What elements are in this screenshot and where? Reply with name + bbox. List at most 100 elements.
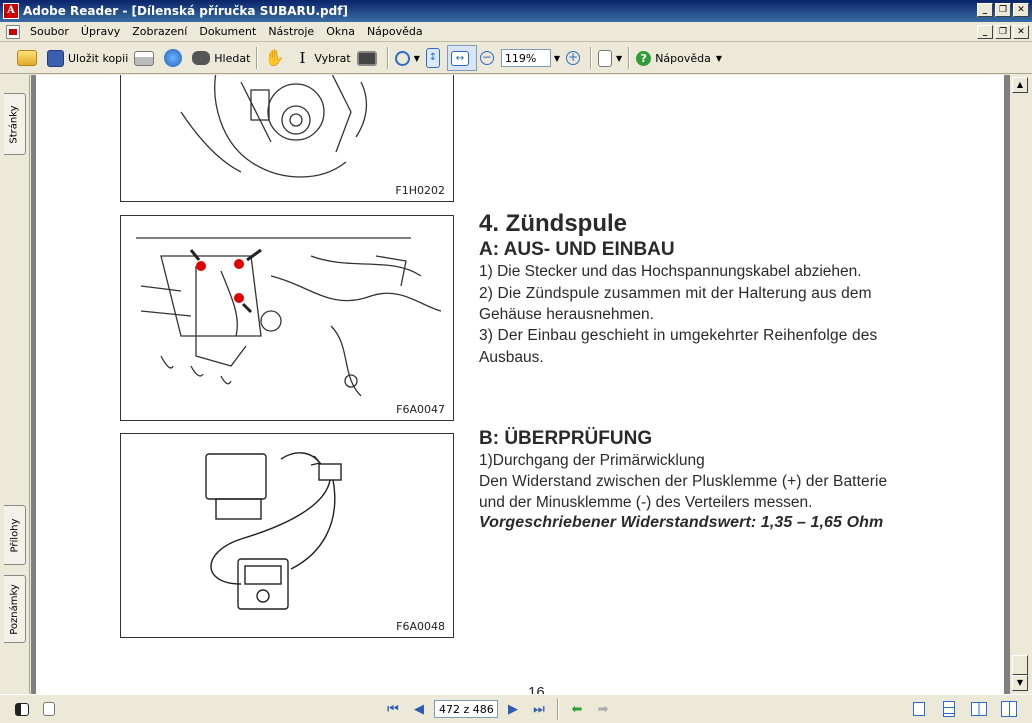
menu-file[interactable]: Soubor — [24, 25, 75, 38]
print-button[interactable] — [131, 45, 161, 71]
menu-help[interactable]: Nápověda — [361, 25, 429, 38]
next-page-button[interactable]: ▶ — [502, 698, 524, 720]
doc-restore-button[interactable]: ❐ — [995, 25, 1011, 39]
zoom-tool-button[interactable]: ▼ — [392, 45, 423, 71]
continuous-facing-button[interactable] — [998, 698, 1020, 720]
tab-pages[interactable]: Stránky — [4, 93, 26, 155]
figure-label: F1H0202 — [395, 184, 445, 197]
subsection-a-heading: A: AUS- UND EINBAU — [479, 239, 675, 260]
panel-toggle-button[interactable] — [12, 696, 36, 722]
first-page-button[interactable]: ⏮ — [382, 698, 404, 720]
step-text: 1) Die Stecker und das Hochspannungskabe… — [479, 263, 862, 280]
section-title: 4. Zündspule — [479, 210, 628, 237]
doc-close-button[interactable]: ✕ — [1013, 25, 1029, 39]
hand-icon: ✋ — [264, 48, 285, 67]
menu-edit[interactable]: Úpravy — [75, 25, 126, 38]
rotate-page-icon — [598, 49, 613, 67]
first-page-icon: ⏮ — [387, 701, 399, 717]
page-number-input[interactable] — [434, 700, 498, 718]
toolbar-separator — [256, 47, 259, 69]
doc-minimize-button[interactable]: _ — [977, 25, 993, 39]
select-label: Vybrat — [314, 51, 351, 65]
save-copy-button[interactable]: Uložit kopii — [44, 45, 131, 71]
search-label: Hledat — [214, 51, 251, 65]
toolbar-separator — [590, 47, 593, 69]
snapshot-button[interactable] — [354, 45, 384, 71]
zoom-out-icon: − — [479, 50, 494, 65]
step-text: Gehäuse herausnehmen. — [479, 306, 654, 323]
single-page-icon — [913, 702, 925, 716]
open-button[interactable] — [14, 45, 44, 71]
toolbar-separator — [628, 47, 631, 69]
single-page-button[interactable] — [908, 698, 930, 720]
title-bar: A Adobe Reader - [Dílenská příručka SUBA… — [0, 0, 1032, 22]
scroll-down-button[interactable]: ▼ — [1012, 675, 1028, 691]
search-button[interactable]: Hledat — [189, 45, 253, 71]
chevron-down-icon: ▼ — [715, 53, 723, 63]
scroll-thumb[interactable] — [1012, 655, 1028, 675]
menu-document[interactable]: Dokument — [193, 25, 262, 38]
minimize-button[interactable]: _ — [977, 3, 993, 17]
window-title: Adobe Reader - [Dílenská příručka SUBARU… — [23, 4, 348, 18]
previous-page-button[interactable]: ◀ — [408, 698, 430, 720]
select-tool-button[interactable]: I Vybrat — [291, 45, 353, 71]
fit-width-button[interactable]: ↔ — [446, 45, 477, 71]
document-area[interactable]: F1H0202 F6A0047 F6A0048 4. Zündspule A: … — [31, 75, 1010, 694]
floppy-icon — [47, 49, 64, 67]
step-text: 2) Die Zündspule zusammen mit der Halter… — [479, 285, 872, 302]
rotate-button[interactable]: ▼ — [595, 45, 625, 71]
subsection-b-heading: B: ÜBERPRÜFUNG — [479, 428, 653, 449]
last-page-icon: ⏭ — [533, 701, 545, 717]
toolbar-separator — [386, 47, 389, 69]
tab-comments[interactable]: Poznámky — [4, 575, 26, 643]
panel-icon — [15, 702, 29, 716]
ignition-coil-location-illustration — [136, 237, 442, 397]
hand-tool-button[interactable]: ✋ — [261, 45, 291, 71]
zoom-in-button[interactable]: + — [563, 45, 587, 71]
document-icon[interactable] — [6, 24, 20, 39]
zoom-dropdown[interactable]: ▼ — [551, 45, 563, 71]
zoom-in-icon: + — [566, 50, 581, 65]
printer-icon — [134, 50, 155, 66]
facing-icon — [971, 702, 987, 716]
figure-label: F6A0048 — [396, 620, 445, 633]
page-options-button[interactable] — [40, 696, 62, 722]
email-button[interactable] — [161, 45, 189, 71]
chevron-down-icon: ▼ — [616, 53, 623, 63]
facing-button[interactable] — [968, 698, 990, 720]
figure-f6a0047: F6A0047 — [120, 215, 454, 421]
continuous-icon — [943, 701, 955, 717]
figure-f1h0202: F1H0202 — [120, 75, 454, 202]
restore-button[interactable]: ❐ — [995, 3, 1011, 17]
specification-text: Vorgeschriebener Widerstandswert: 1,35 –… — [479, 514, 884, 531]
vertical-scrollbar[interactable]: ▲ ▼ — [1011, 75, 1029, 694]
folder-icon — [17, 50, 37, 66]
back-button[interactable]: ⬅ — [566, 698, 588, 720]
status-bar: ⏮ ◀ ▶ ⏭ ⬅ ➡ — [0, 694, 1032, 723]
email-globe-icon — [164, 49, 183, 67]
zoom-out-button[interactable]: − — [477, 45, 501, 71]
step-text: 1)Durchgang der Primärwicklung — [479, 452, 705, 469]
adobe-reader-icon: A — [3, 3, 19, 19]
save-copy-label: Uložit kopii — [68, 51, 129, 65]
last-page-button[interactable]: ⏭ — [528, 698, 550, 720]
menu-tools[interactable]: Nástroje — [262, 25, 320, 38]
scroll-up-button[interactable]: ▲ — [1012, 77, 1028, 93]
figure-f6a0048: F6A0048 — [120, 433, 454, 638]
step-text: und der Minusklemme (-) des Verteilers m… — [479, 494, 813, 511]
ohmmeter-test-illustration — [205, 452, 342, 610]
text-cursor-icon: I — [299, 49, 306, 67]
menu-window[interactable]: Okna — [320, 25, 361, 38]
help-icon: ? — [636, 50, 652, 66]
forward-button[interactable]: ➡ — [592, 698, 614, 720]
chevron-down-icon: ▼ — [553, 53, 561, 63]
tab-attachments[interactable]: Přílohy — [4, 505, 26, 565]
continuous-button[interactable] — [938, 698, 960, 720]
camera-icon — [356, 50, 377, 66]
menu-view[interactable]: Zobrazení — [126, 25, 193, 38]
zoom-input[interactable] — [500, 49, 551, 67]
close-button[interactable]: ✕ — [1013, 3, 1029, 17]
fit-height-button[interactable]: ↕ — [423, 45, 447, 71]
help-button[interactable]: ? Nápověda ▼ — [633, 45, 725, 71]
next-page-icon: ▶ — [508, 701, 518, 717]
